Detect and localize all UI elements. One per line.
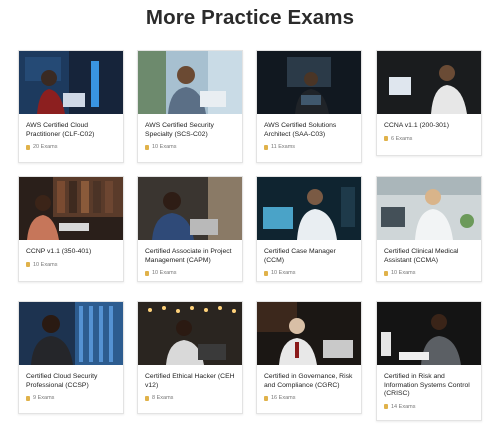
- exam-photo: [257, 302, 361, 365]
- document-icon: [264, 395, 268, 401]
- document-icon: [384, 404, 388, 410]
- document-icon: [264, 144, 268, 150]
- exam-count: 16 Exams: [271, 395, 296, 402]
- exam-count: 20 Exams: [33, 144, 58, 151]
- exam-title[interactable]: Certified Case Manager (CCM): [264, 248, 354, 265]
- document-icon: [384, 270, 388, 276]
- exam-card[interactable]: AWS Certified Solutions Architect (SAA-C…: [256, 50, 362, 163]
- exam-photo: [257, 51, 361, 114]
- exam-count: 10 Exams: [152, 144, 177, 151]
- document-icon: [264, 270, 268, 276]
- exam-card[interactable]: Certified Ethical Hacker (CEH v12) 8 Exa…: [137, 301, 243, 414]
- exam-photo: [377, 177, 481, 240]
- exam-photo: [257, 177, 361, 240]
- exam-photo: [377, 302, 481, 365]
- document-icon: [26, 144, 30, 150]
- page-title: More Practice Exams: [145, 6, 355, 29]
- exam-card[interactable]: Certified Cloud Security Professional (C…: [18, 301, 124, 414]
- exam-card[interactable]: Certified Clinical Medical Assistant (CC…: [376, 176, 482, 282]
- exam-title[interactable]: AWS Certified Cloud Practitioner (CLF-C0…: [26, 122, 116, 139]
- exam-card[interactable]: CCNP v1.1 (350-401) 10 Exams: [18, 176, 124, 282]
- exam-count: 10 Exams: [391, 270, 416, 277]
- document-icon: [26, 262, 30, 268]
- document-icon: [145, 144, 149, 150]
- exam-photo: [138, 302, 242, 365]
- exam-count: 8 Exams: [152, 395, 174, 402]
- exam-title[interactable]: Certified Cloud Security Professional (C…: [26, 373, 116, 390]
- document-icon: [26, 395, 30, 401]
- exam-card[interactable]: Certified in Risk and Information System…: [376, 301, 482, 421]
- exam-title[interactable]: Certified Ethical Hacker (CEH v12): [145, 373, 235, 390]
- exam-card[interactable]: AWS Certified Cloud Practitioner (CLF-C0…: [18, 50, 124, 163]
- exam-title[interactable]: AWS Certified Solutions Architect (SAA-C…: [264, 122, 354, 139]
- exam-count: 11 Exams: [271, 144, 296, 151]
- exam-photo: [19, 302, 123, 365]
- exam-card[interactable]: Certified in Governance, Risk and Compli…: [256, 301, 362, 414]
- exam-photo: [138, 51, 242, 114]
- exam-photo: [377, 51, 481, 114]
- exam-count: 6 Exams: [391, 135, 413, 142]
- exam-photo: [19, 177, 123, 240]
- exam-title[interactable]: CCNP v1.1 (350-401): [26, 248, 116, 257]
- exam-title[interactable]: Certified Associate in Project Managemen…: [145, 248, 235, 265]
- document-icon: [145, 395, 149, 401]
- exam-photo: [138, 177, 242, 240]
- exam-title[interactable]: Certified in Risk and Information System…: [384, 373, 474, 399]
- exam-count: 10 Exams: [271, 270, 296, 277]
- exam-count: 9 Exams: [33, 395, 55, 402]
- exam-card[interactable]: AWS Certified Security Specialty (SCS-C0…: [137, 50, 243, 163]
- exam-count: 14 Exams: [391, 403, 416, 410]
- exam-count: 10 Exams: [33, 261, 58, 268]
- exam-title[interactable]: CCNA v1.1 (200-301): [384, 122, 474, 131]
- document-icon: [145, 270, 149, 276]
- exam-title[interactable]: Certified Clinical Medical Assistant (CC…: [384, 248, 474, 265]
- exam-card[interactable]: CCNA v1.1 (200-301) 6 Exams: [376, 50, 482, 156]
- exam-title[interactable]: AWS Certified Security Specialty (SCS-C0…: [145, 122, 235, 139]
- exam-title[interactable]: Certified in Governance, Risk and Compli…: [264, 373, 354, 390]
- exam-photo: [19, 51, 123, 114]
- exam-count: 10 Exams: [152, 270, 177, 277]
- document-icon: [384, 136, 388, 142]
- exam-card[interactable]: Certified Associate in Project Managemen…: [137, 176, 243, 282]
- exam-card[interactable]: Certified Case Manager (CCM) 10 Exams: [256, 176, 362, 282]
